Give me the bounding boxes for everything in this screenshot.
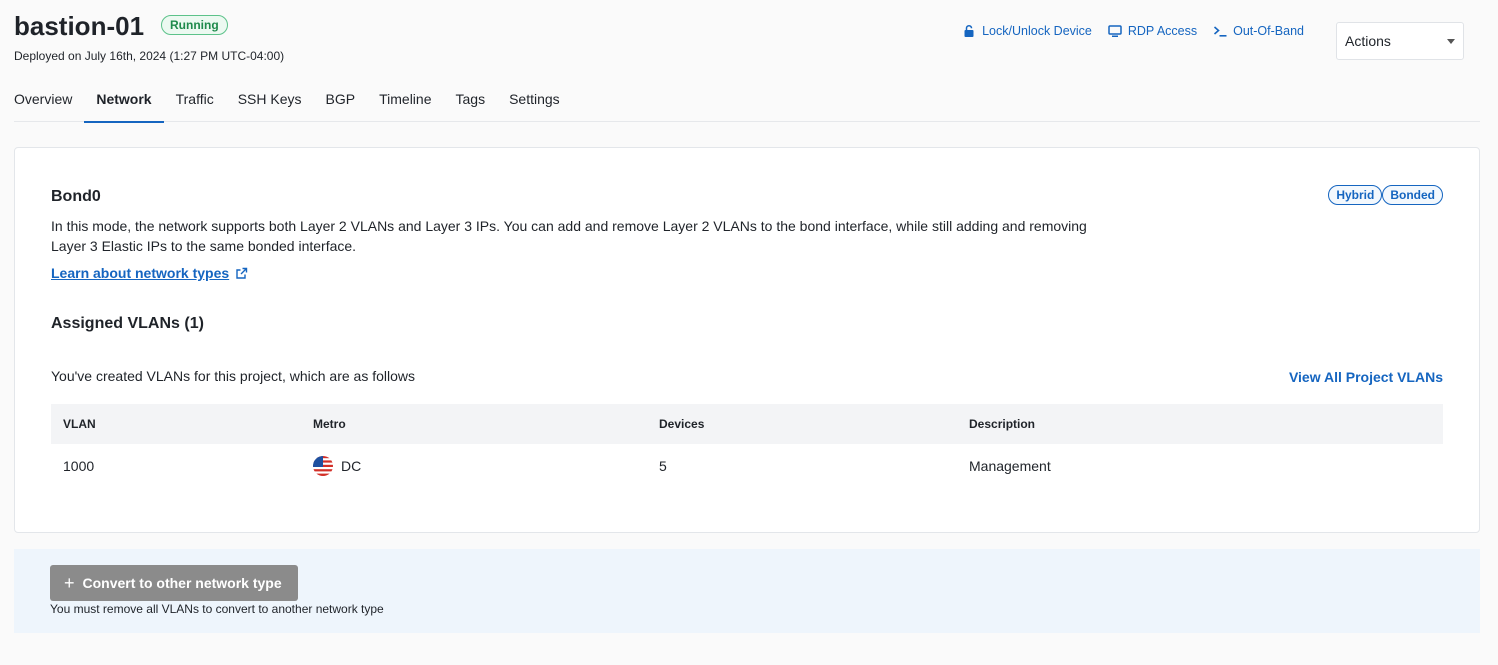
tab-ssh-keys[interactable]: SSH Keys: [238, 83, 302, 122]
table-row: 1000 DC 5 Management: [51, 444, 1443, 488]
device-header: bastion-01 Running Deployed on July 16th…: [14, 10, 1498, 70]
monitor-icon: [1108, 25, 1122, 37]
tab-tags[interactable]: Tags: [456, 83, 486, 122]
vlan-id: 1000: [63, 458, 95, 474]
bonded-pill: Bonded: [1382, 185, 1443, 205]
bond-title: Bond0: [51, 188, 101, 205]
plus-icon: +: [64, 573, 75, 593]
out-of-band-link[interactable]: Out-Of-Band: [1213, 24, 1304, 38]
view-all-vlans-link[interactable]: View All Project VLANs: [1289, 369, 1443, 385]
lock-icon: [964, 24, 974, 37]
tab-traffic[interactable]: Traffic: [176, 83, 214, 122]
rdp-access-label: RDP Access: [1127, 24, 1198, 38]
tab-bar: Overview Network Traffic SSH Keys BGP Ti…: [14, 83, 1480, 123]
out-of-band-label: Out-Of-Band: [1233, 24, 1304, 38]
actions-label: Actions: [1345, 33, 1391, 49]
col-devices: Devices: [659, 417, 705, 431]
lock-unlock-link[interactable]: Lock/Unlock Device: [962, 24, 1092, 38]
col-metro: Metro: [313, 417, 346, 431]
lock-unlock-label: Lock/Unlock Device: [982, 24, 1092, 38]
metro-name: DC: [341, 458, 362, 474]
bond-pills: Hybrid Bonded: [1328, 185, 1443, 205]
external-link-icon: [236, 267, 248, 279]
tab-network[interactable]: Network: [84, 83, 164, 123]
tab-overview[interactable]: Overview: [14, 83, 72, 122]
learn-link-label: Learn about network types: [51, 265, 230, 281]
vlan-table: VLAN Metro Devices Description 1000 DC 5…: [51, 404, 1443, 488]
rdp-access-link[interactable]: RDP Access: [1108, 24, 1197, 38]
learn-network-types-link[interactable]: Learn about network types: [51, 265, 248, 281]
table-header: VLAN Metro Devices Description: [51, 404, 1443, 444]
convert-button-label: Convert to other network type: [82, 575, 282, 591]
bond-description: In this mode, the network supports both …: [51, 218, 1087, 254]
metro-cell: DC: [301, 456, 647, 476]
page-title: bastion-01: [14, 11, 145, 41]
tab-settings[interactable]: Settings: [509, 83, 560, 122]
terminal-icon: [1214, 26, 1227, 37]
deployed-date: Deployed on July 16th, 2024 (1:27 PM UTC…: [14, 49, 285, 63]
col-vlan: VLAN: [63, 417, 96, 431]
col-description: Description: [969, 417, 1036, 431]
vlan-description: Management: [969, 458, 1051, 474]
tab-bgp[interactable]: BGP: [326, 83, 356, 122]
tab-timeline[interactable]: Timeline: [379, 83, 431, 122]
convert-network-button[interactable]: + Convert to other network type: [50, 565, 298, 601]
header-actions: Lock/Unlock Device RDP Access Out-Of-Ban…: [962, 24, 1304, 38]
devices-count: 5: [659, 458, 667, 474]
vlans-intro: You've created VLANs for this project, w…: [51, 368, 415, 384]
convert-panel: + Convert to other network type You must…: [14, 549, 1480, 633]
actions-dropdown[interactable]: Actions: [1336, 22, 1464, 60]
bond-card: Bond0 Hybrid Bonded In this mode, the ne…: [14, 147, 1480, 533]
assigned-vlans-heading: Assigned VLANs (1): [51, 315, 204, 332]
hybrid-pill: Hybrid: [1328, 185, 1383, 205]
us-flag-icon: [313, 456, 333, 476]
chevron-down-icon: [1447, 38, 1455, 44]
status-badge: Running: [161, 15, 228, 35]
convert-note: You must remove all VLANs to convert to …: [50, 602, 384, 616]
